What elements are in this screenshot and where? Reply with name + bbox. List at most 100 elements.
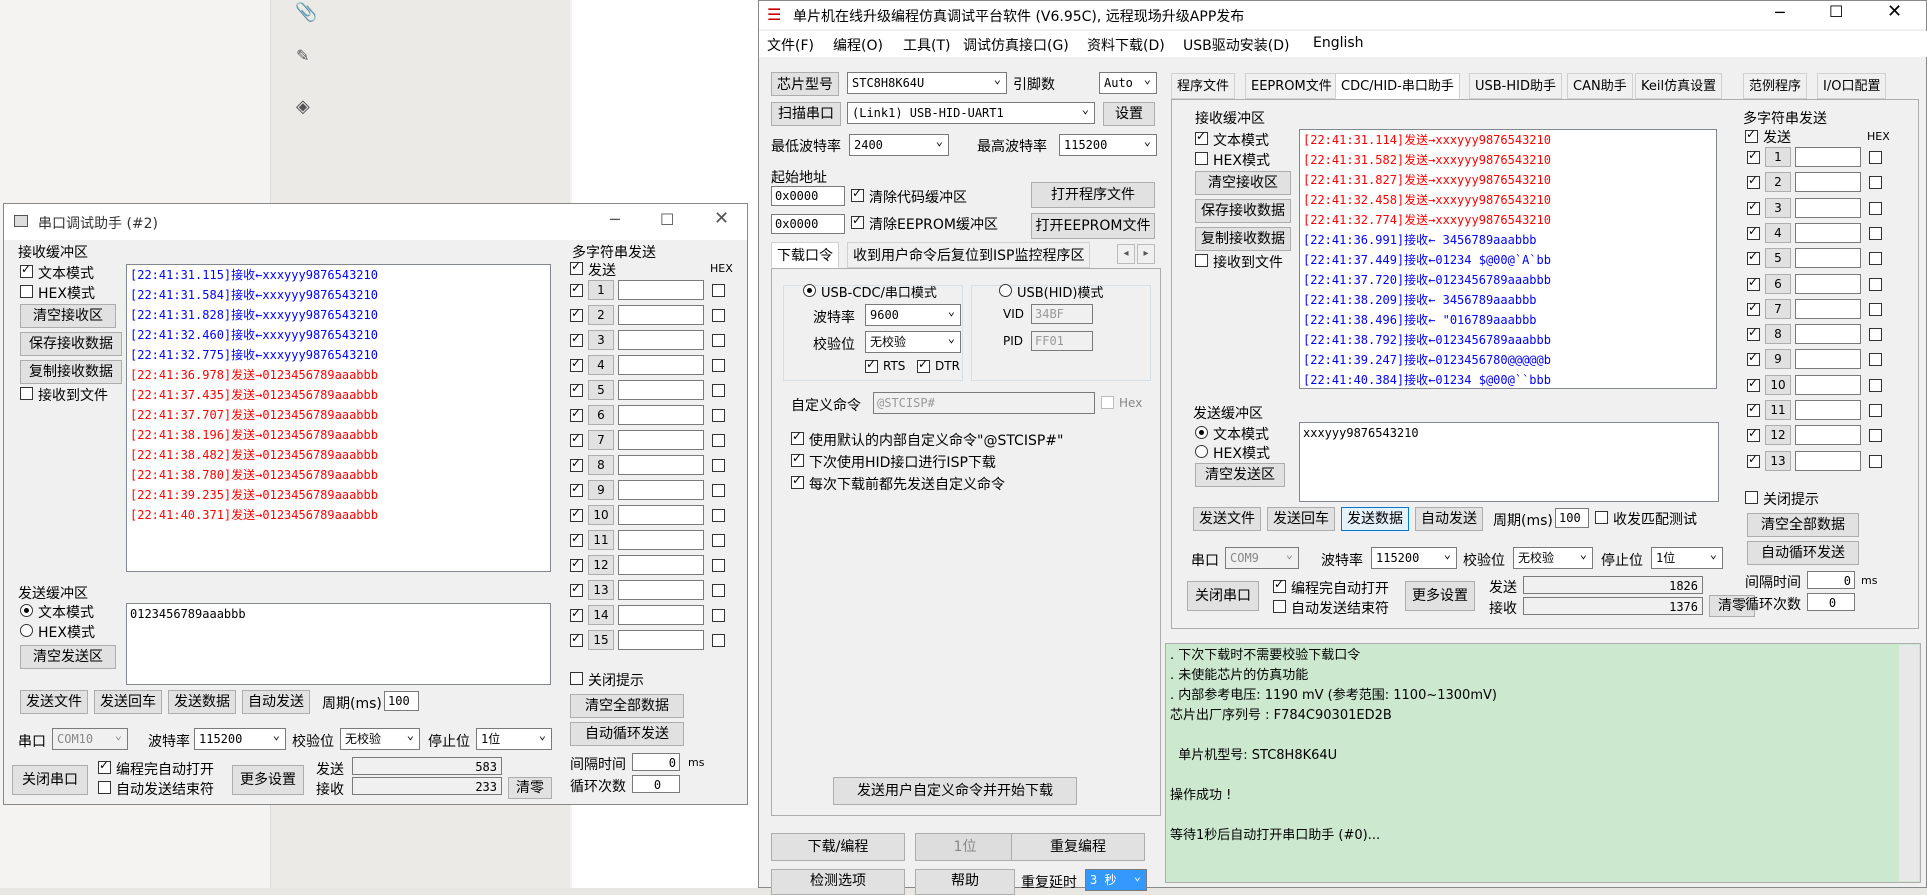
maximize-icon[interactable]: ☐: [1829, 2, 1843, 21]
multi-row-button[interactable]: 4: [588, 355, 614, 375]
multi-row-checkbox[interactable]: [1747, 452, 1760, 468]
multi-row-checkbox[interactable]: [1747, 426, 1760, 443]
multi-row-button[interactable]: 2: [588, 305, 614, 325]
parity-select[interactable]: 无校验: [1513, 547, 1593, 569]
multi-send-all-checkbox[interactable]: [570, 259, 583, 275]
multi-row-hex-checkbox[interactable]: [1869, 353, 1882, 367]
rts-checkbox[interactable]: [865, 357, 878, 373]
multi-row-button[interactable]: 14: [588, 605, 614, 625]
download-button[interactable]: 下载/编程: [771, 833, 905, 861]
send-before-download-checkbox[interactable]: [791, 473, 804, 489]
multi-row-hex-checkbox[interactable]: [712, 409, 725, 422]
multi-row-input[interactable]: [618, 305, 704, 325]
multi-row-button[interactable]: 12: [588, 555, 614, 575]
auto-end-checkbox[interactable]: [1273, 600, 1286, 613]
tab-7[interactable]: I/O口配置: [1817, 73, 1887, 99]
multi-row-hex-checkbox[interactable]: [712, 634, 725, 647]
reprogram-button[interactable]: 重复编程: [1011, 833, 1145, 861]
multi-row-hex-checkbox[interactable]: [712, 559, 725, 572]
menu-item[interactable]: USB驱动安装(D): [1183, 35, 1289, 55]
interval-input[interactable]: 0: [632, 753, 680, 771]
multi-row-checkbox[interactable]: [1747, 350, 1760, 367]
multi-row-hex-checkbox[interactable]: [712, 459, 725, 472]
multi-row-hex-checkbox[interactable]: [1869, 429, 1882, 443]
multi-row-checkbox[interactable]: [1747, 275, 1760, 291]
multi-row-hex-checkbox[interactable]: [1869, 176, 1882, 190]
send-input[interactable]: 0123456789aaabbb: [126, 603, 551, 685]
multi-row-checkbox[interactable]: [570, 481, 583, 497]
multi-row-hex-checkbox[interactable]: [712, 434, 725, 447]
multi-row-input[interactable]: [618, 380, 704, 400]
send-text-mode-radio[interactable]: [20, 604, 33, 617]
menu-item[interactable]: English: [1313, 35, 1364, 51]
text-mode-checkbox[interactable]: [20, 262, 33, 278]
multi-row-button[interactable]: 7: [588, 430, 614, 450]
multi-row-checkbox[interactable]: [1747, 199, 1760, 215]
multi-row-button[interactable]: 13: [588, 580, 614, 600]
multi-row-button[interactable]: 9: [588, 480, 614, 500]
clear-eeprom-checkbox[interactable]: [851, 213, 864, 229]
auto-loop-button[interactable]: 自动循环发送: [570, 722, 684, 746]
multi-row-checkbox[interactable]: [570, 506, 583, 522]
close-icon[interactable]: ✕: [1887, 1, 1902, 22]
multi-row-checkbox[interactable]: [570, 356, 583, 372]
code-address-input[interactable]: 0x0000: [771, 186, 845, 206]
default-command-checkbox[interactable]: [791, 429, 804, 445]
period-input[interactable]: 100: [1555, 508, 1589, 528]
open-eeprom-button[interactable]: 打开EEPROM文件: [1031, 213, 1155, 239]
multi-row-input[interactable]: [1795, 324, 1861, 345]
minimize-icon[interactable]: ─: [610, 210, 620, 229]
close-icon[interactable]: ✕: [714, 208, 729, 229]
recv-log[interactable]: [22:41:31.114]发送→xxxyyy9876543210 [22:41:…: [1299, 129, 1717, 389]
multi-row-button[interactable]: 6: [588, 405, 614, 425]
multi-row-hex-checkbox[interactable]: [712, 334, 725, 347]
menu-item[interactable]: 编程(O): [833, 35, 883, 55]
stop-select[interactable]: 1位: [1651, 547, 1723, 569]
maximize-icon[interactable]: ☐: [660, 210, 674, 229]
clear-send-button[interactable]: 清空发送区: [20, 645, 116, 669]
multi-row-input[interactable]: [618, 405, 704, 425]
multi-row-hex-checkbox[interactable]: [712, 609, 725, 622]
multi-row-hex-checkbox[interactable]: [1869, 252, 1882, 266]
multi-row-hex-checkbox[interactable]: [712, 534, 725, 547]
save-recv-button[interactable]: 保存接收数据: [20, 332, 122, 356]
pin-select[interactable]: Auto: [1099, 72, 1157, 94]
recv-to-file-checkbox[interactable]: [20, 387, 33, 400]
menu-item[interactable]: 工具(T): [903, 35, 950, 55]
clear-send-button[interactable]: 清空发送区: [1195, 463, 1285, 487]
multi-row-checkbox[interactable]: [1747, 173, 1760, 190]
text-mode-checkbox[interactable]: [1195, 129, 1208, 145]
multi-row-hex-checkbox[interactable]: [1869, 378, 1882, 392]
auto-loop-button[interactable]: 自动循环发送: [1747, 541, 1859, 565]
multi-row-input[interactable]: [618, 630, 704, 650]
auto-open-checkbox[interactable]: [98, 758, 111, 774]
tab-3[interactable]: USB-HID助手: [1469, 73, 1562, 99]
auto-open-checkbox[interactable]: [1273, 577, 1286, 593]
multi-row-input[interactable]: [618, 505, 704, 525]
multi-row-input[interactable]: [618, 530, 704, 550]
stop-select[interactable]: 1位: [476, 728, 552, 750]
save-recv-button[interactable]: 保存接收数据: [1195, 199, 1291, 223]
send-hex-mode-radio[interactable]: [1195, 445, 1208, 458]
port-select[interactable]: COM10: [52, 728, 128, 750]
multi-row-button[interactable]: 7: [1765, 298, 1791, 319]
baud-select[interactable]: 115200: [194, 728, 286, 750]
hex-mode-checkbox[interactable]: [1195, 152, 1208, 165]
paperclip-icon[interactable]: 📎: [295, 2, 317, 23]
multi-row-hex-checkbox[interactable]: [1869, 151, 1882, 164]
multi-row-input[interactable]: [618, 480, 704, 500]
multi-row-checkbox[interactable]: [570, 431, 583, 447]
multi-row-button[interactable]: 12: [1765, 425, 1791, 446]
multi-row-input[interactable]: [618, 280, 704, 300]
tab-0[interactable]: 程序文件: [1171, 73, 1236, 99]
tab-1[interactable]: EEPROM文件: [1245, 73, 1338, 99]
menu-item[interactable]: 资料下载(D): [1087, 35, 1165, 55]
clear-count-button[interactable]: 清零: [508, 777, 552, 799]
scan-port-button[interactable]: 扫描串口: [771, 102, 841, 126]
multi-row-input[interactable]: [1795, 425, 1861, 446]
send-enter-button[interactable]: 发送回车: [1267, 507, 1335, 531]
multi-row-input[interactable]: [1795, 450, 1861, 471]
multi-row-checkbox[interactable]: [570, 331, 583, 347]
multi-row-hex-checkbox[interactable]: [1869, 404, 1882, 417]
multi-row-input[interactable]: [618, 455, 704, 475]
